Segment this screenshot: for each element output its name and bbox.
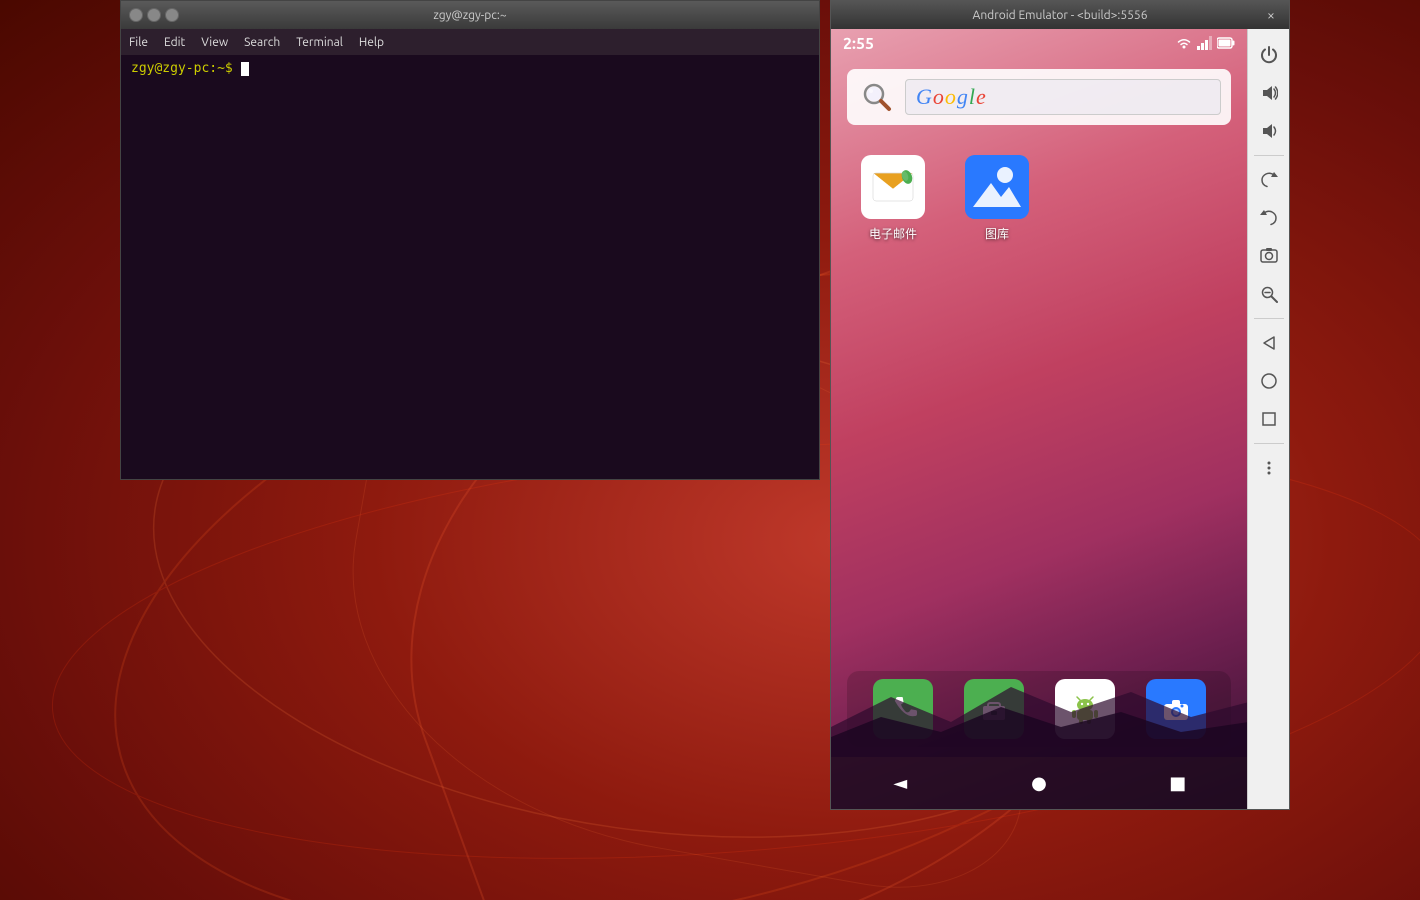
emulator-rotate-ccw-btn[interactable] — [1251, 200, 1287, 236]
google-search-bar[interactable]: Google — [847, 69, 1231, 125]
emulator-volume-up-btn[interactable] — [1251, 75, 1287, 111]
terminal-cursor — [241, 62, 249, 76]
dock-android[interactable] — [1055, 679, 1115, 739]
android-home-btn[interactable]: ● — [1021, 765, 1057, 801]
terminal-title: zgy@zgy-pc:~ — [179, 9, 761, 22]
app-email[interactable]: 电子邮件 — [861, 155, 925, 242]
emulator-title: Android Emulator - <build>:5556 — [859, 9, 1261, 22]
terminal-menu-terminal[interactable]: Terminal — [296, 36, 343, 49]
app-email-icon — [861, 155, 925, 219]
terminal-menu-view[interactable]: View — [201, 36, 228, 49]
emulator-sidebar — [1247, 29, 1289, 809]
emulator-power-btn[interactable] — [1251, 37, 1287, 73]
app-row-main: 电子邮件 — [861, 155, 1217, 242]
sidebar-separator-2 — [1254, 318, 1284, 319]
dock-phone[interactable] — [873, 679, 933, 739]
emulator-zoom-btn[interactable] — [1251, 276, 1287, 312]
wifi-icon — [1175, 36, 1193, 53]
terminal-prompt-text: zgy@zgy-pc:~$ — [131, 61, 233, 76]
app-gallery[interactable]: 图库 — [965, 155, 1029, 242]
emulator-window: Android Emulator - <build>:5556 × 2:55 — [830, 0, 1290, 810]
terminal-menu-file[interactable]: File — [129, 36, 148, 49]
emulator-close-button[interactable]: × — [1261, 7, 1281, 23]
emulator-content: 2:55 — [831, 29, 1289, 809]
battery-icon — [1217, 36, 1235, 53]
sidebar-separator-1 — [1254, 155, 1284, 156]
emulator-more-btn[interactable] — [1251, 450, 1287, 486]
sidebar-separator-3 — [1254, 443, 1284, 444]
android-time: 2:55 — [843, 35, 874, 53]
app-gallery-label: 图库 — [985, 225, 1009, 242]
emulator-home-btn[interactable] — [1251, 363, 1287, 399]
terminal-window-controls — [129, 8, 179, 22]
emulator-recents-btn[interactable] — [1251, 401, 1287, 437]
emulator-back-btn[interactable] — [1251, 325, 1287, 361]
android-status-bar: 2:55 — [831, 29, 1247, 59]
android-apps-area: 电子邮件 — [831, 135, 1247, 661]
google-search-magnifier — [857, 77, 897, 117]
terminal-menu-edit[interactable]: Edit — [164, 36, 185, 49]
android-status-icons — [1175, 36, 1235, 53]
terminal-menu-search[interactable]: Search — [244, 36, 280, 49]
emulator-screenshot-btn[interactable] — [1251, 238, 1287, 274]
terminal-menu-help[interactable]: Help — [359, 36, 384, 49]
terminal-prompt: zgy@zgy-pc:~$ — [131, 61, 809, 76]
emulator-volume-down-btn[interactable] — [1251, 113, 1287, 149]
android-nav-bar: ◄ ● ■ — [831, 757, 1247, 809]
terminal-body[interactable]: zgy@zgy-pc:~$ — [121, 55, 819, 479]
dock-camera[interactable] — [1146, 679, 1206, 739]
terminal-window: zgy@zgy-pc:~ File Edit View Search Termi… — [120, 0, 820, 480]
android-dock-area — [831, 661, 1247, 757]
app-email-label: 电子邮件 — [869, 225, 917, 242]
terminal-minimize-btn[interactable] — [129, 8, 143, 22]
emulator-rotate-cw-btn[interactable] — [1251, 162, 1287, 198]
dock-store[interactable] — [964, 679, 1024, 739]
android-screen[interactable]: 2:55 — [831, 29, 1247, 809]
android-dock — [847, 671, 1231, 747]
android-back-btn[interactable]: ◄ — [882, 765, 918, 801]
terminal-titlebar: zgy@zgy-pc:~ — [121, 1, 819, 29]
google-logo: Google — [916, 84, 987, 110]
emulator-titlebar: Android Emulator - <build>:5556 × — [831, 1, 1289, 29]
android-recents-btn[interactable]: ■ — [1160, 765, 1196, 801]
terminal-maximize-btn[interactable] — [147, 8, 161, 22]
app-gallery-icon — [965, 155, 1029, 219]
signal-icon — [1197, 36, 1213, 53]
terminal-menubar: File Edit View Search Terminal Help — [121, 29, 819, 55]
terminal-close-btn[interactable] — [165, 8, 179, 22]
